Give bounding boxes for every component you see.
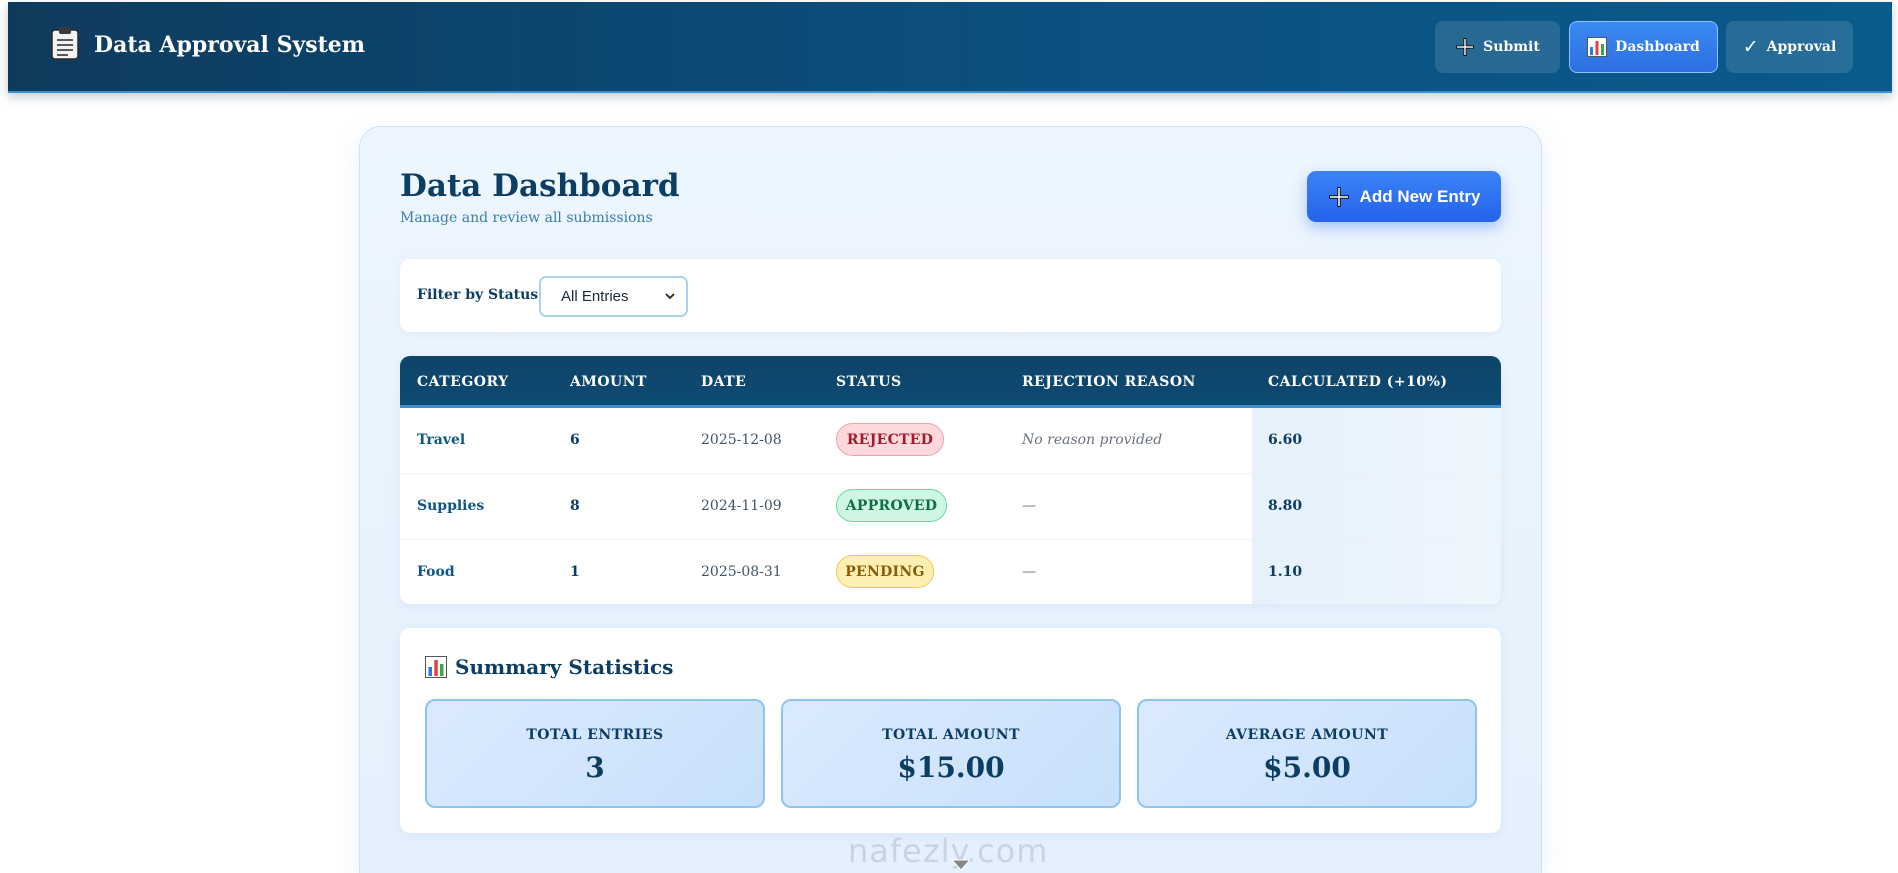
cell-category: Food [417,564,455,580]
top-navbar: Data Approval System Submit Dashboard ✓ … [8,2,1892,93]
stat-label: TOTAL AMOUNT [882,727,1020,743]
summary-statistics-panel: Summary Statistics TOTAL ENTRIES 3 TOTAL… [400,628,1501,833]
stat-value: $5.00 [1263,751,1351,784]
stat-value: 3 [585,751,605,784]
cell-date: 2025-08-31 [701,564,782,580]
column-header-amount: AMOUNT [570,374,647,390]
status-badge: REJECTED [836,423,944,456]
cell-amount: 1 [570,564,580,580]
bar-chart-icon [425,656,447,678]
add-new-entry-label: Add New Entry [1359,186,1481,206]
column-header-status: STATUS [836,374,902,390]
watermark: nafezly.com [848,832,1049,870]
cell-amount: 8 [570,498,580,514]
table-row: Supplies 8 2024-11-09 APPROVED — 8.80 [400,474,1501,540]
cell-rejection-reason: — [1022,498,1036,514]
table-row: Food 1 2025-08-31 PENDING — 1.10 [400,540,1501,604]
stat-card-average-amount: AVERAGE AMOUNT $5.00 [1137,699,1477,808]
entries-table: CATEGORY AMOUNT DATE STATUS REJECTION RE… [400,356,1501,604]
status-badge: APPROVED [836,489,947,522]
column-header-category: CATEGORY [417,374,509,390]
column-header-date: DATE [701,374,747,390]
nav-approval-label: Approval [1766,39,1837,55]
cell-calculated: 8.80 [1268,498,1303,514]
nav-dashboard-button[interactable]: Dashboard [1569,21,1718,73]
stat-card-total-entries: TOTAL ENTRIES 3 [425,699,765,808]
summary-title-text: Summary Statistics [455,655,674,679]
clipboard-icon [51,27,79,60]
nav-dashboard-label: Dashboard [1615,39,1700,55]
cell-category: Travel [417,432,466,448]
watermark-arrow-icon [950,859,972,871]
table-header: CATEGORY AMOUNT DATE STATUS REJECTION RE… [400,356,1501,408]
table-row: Travel 6 2025-12-08 REJECTED No reason p… [400,408,1501,474]
app-title: Data Approval System [94,32,366,58]
status-filter-select[interactable]: All Entries [539,276,688,317]
summary-title: Summary Statistics [425,655,673,679]
page-subtitle: Manage and review all submissions [400,210,653,226]
stat-label: AVERAGE AMOUNT [1225,727,1389,743]
chevron-down-icon [665,293,675,300]
filter-label: Filter by Status: [417,287,544,303]
cell-rejection-reason: No reason provided [1022,432,1163,448]
check-icon: ✓ [1742,35,1759,58]
cell-amount: 6 [570,432,580,448]
plus-icon [1328,186,1349,207]
stat-label: TOTAL ENTRIES [526,727,664,743]
cell-date: 2024-11-09 [701,498,782,514]
nav-approval-button[interactable]: ✓ Approval [1726,21,1853,73]
filter-bar: Filter by Status: All Entries [400,259,1501,332]
cell-category: Supplies [417,498,485,514]
bar-chart-icon [1587,37,1608,57]
page-title: Data Dashboard [400,168,680,204]
status-filter-value: All Entries [561,288,629,305]
cell-rejection-reason: — [1022,564,1036,580]
add-new-entry-button[interactable]: Add New Entry [1307,171,1501,222]
column-header-rejection-reason: REJECTION REASON [1022,374,1196,390]
stat-card-total-amount: TOTAL AMOUNT $15.00 [781,699,1121,808]
cell-calculated: 6.60 [1268,432,1303,448]
plus-icon [1456,38,1475,56]
nav-submit-button[interactable]: Submit [1435,21,1560,73]
cell-calculated: 1.10 [1268,564,1303,580]
stat-value: $15.00 [897,751,1005,784]
status-badge: PENDING [836,555,934,588]
cell-date: 2025-12-08 [701,432,782,448]
column-header-calculated: CALCULATED (+10%) [1268,374,1448,390]
nav-submit-label: Submit [1483,39,1540,55]
